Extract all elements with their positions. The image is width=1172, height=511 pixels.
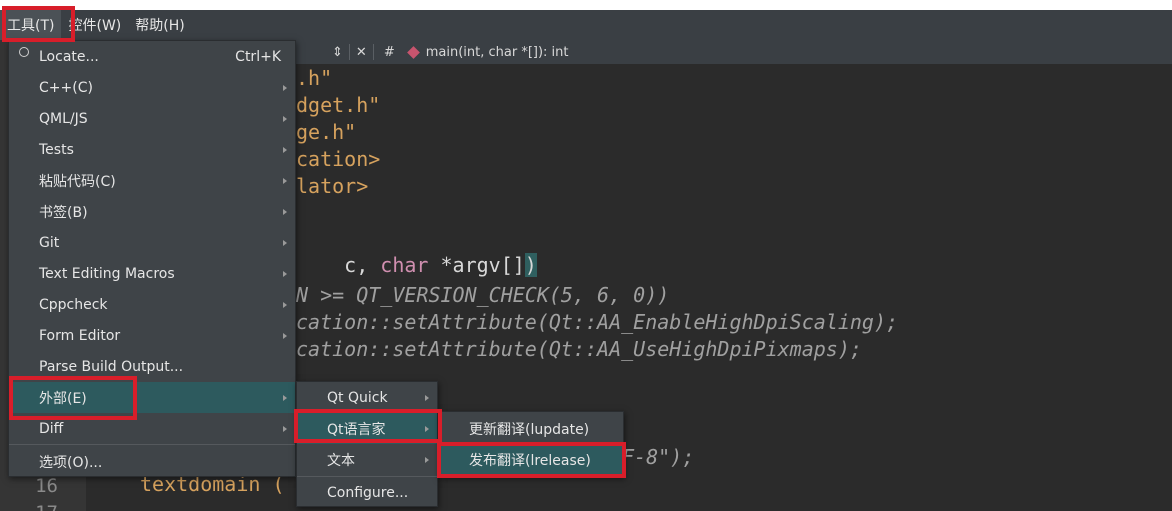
menu-item-text-editing-macros[interactable]: Text Editing Macros: [9, 258, 295, 289]
line-number: 16: [35, 475, 58, 497]
submenu-arrow-icon: [283, 239, 287, 246]
menu-item-configure[interactable]: Configure...: [297, 477, 437, 508]
menu-item-text[interactable]: 文本: [297, 444, 437, 475]
menu-item-qmljs[interactable]: QML/JS: [9, 103, 295, 134]
submenu-arrow-icon: [425, 425, 429, 432]
code-line: ge.h": [296, 120, 357, 144]
menu-item-qt-linguist[interactable]: Qt语言家: [297, 413, 437, 444]
code-line: .h": [296, 66, 333, 90]
menu-item-form-editor[interactable]: Form Editor: [9, 320, 295, 351]
menu-item-qt-quick[interactable]: Qt Quick: [297, 382, 437, 413]
submenu-arrow-icon: [283, 425, 287, 432]
menu-item-options[interactable]: 选项(O)...: [9, 446, 295, 477]
submenu-arrow-icon: [283, 208, 287, 215]
menu-separator: [9, 444, 295, 445]
editor-toolbar: ⇕ ✕ # main(int, char *[]): int: [296, 40, 1172, 64]
menu-widgets[interactable]: 控件(W): [61, 10, 128, 40]
menu-tools[interactable]: 工具(T): [0, 10, 62, 40]
submenu-arrow-icon: [425, 456, 429, 463]
menu-item-locate[interactable]: Locate... Ctrl+K: [9, 41, 295, 72]
menu-item-cppcheck[interactable]: Cppcheck: [9, 289, 295, 320]
submenu-arrow-icon: [283, 301, 287, 308]
code-line: cation>: [296, 147, 381, 171]
function-selector[interactable]: main(int, char *[]): int: [401, 45, 575, 60]
menu-item-lrelease[interactable]: 发布翻译(lrelease): [439, 444, 623, 475]
submenu-arrow-icon: [283, 270, 287, 277]
function-diamond-icon: [406, 45, 420, 59]
menu-item-bookmarks[interactable]: 书签(B): [9, 196, 295, 227]
linguist-submenu: 更新翻译(lupdate) 发布翻译(lrelease): [438, 411, 624, 477]
submenu-arrow-icon: [425, 394, 429, 401]
submenu-arrow-icon: [283, 332, 287, 339]
menu-item-codepaster[interactable]: 粘贴代码(C): [9, 165, 295, 196]
tools-menu: Locate... Ctrl+K C++(C) QML/JS Tests 粘贴代…: [8, 40, 296, 477]
submenu-arrow-icon: [283, 177, 287, 184]
code-line: cation::setAttribute(Qt::AA_EnableHighDp…: [296, 310, 899, 334]
function-signature: main(int, char *[]): int: [425, 44, 569, 60]
menu-item-cpp[interactable]: C++(C): [9, 72, 295, 103]
menu-item-lupdate[interactable]: 更新翻译(lupdate): [439, 413, 623, 444]
external-submenu: Qt Quick Qt语言家 文本 Configure...: [296, 381, 438, 507]
menu-item-git[interactable]: Git: [9, 227, 295, 258]
submenu-arrow-icon: [283, 115, 287, 122]
submenu-arrow-icon: [283, 146, 287, 153]
menu-help[interactable]: 帮助(H): [128, 10, 191, 40]
code-line: N >= QT_VERSION_CHECK(5, 6, 0)): [296, 283, 670, 307]
submenu-arrow-icon: [283, 84, 287, 91]
line-number: 17: [0, 502, 58, 511]
menu-item-external[interactable]: 外部(E): [9, 382, 295, 413]
submenu-arrow-icon: [283, 394, 287, 401]
search-icon: [19, 47, 29, 57]
code-line: F-8");: [622, 445, 695, 469]
close-icon[interactable]: ✕: [350, 45, 373, 60]
code-line: cation::setAttribute(Qt::AA_UseHighDpiPi…: [296, 337, 862, 361]
menu-item-parse-build-output[interactable]: Parse Build Output...: [9, 351, 295, 382]
code-line: lator>: [296, 174, 369, 198]
menu-item-tests[interactable]: Tests: [9, 134, 295, 165]
navigation-arrows-icon[interactable]: ⇕: [326, 45, 349, 60]
hash-icon[interactable]: #: [374, 45, 401, 60]
menubar: 工具(T) 控件(W) 帮助(H): [0, 10, 1172, 40]
code-line: dget.h": [296, 93, 381, 117]
menu-item-diff[interactable]: Diff: [9, 413, 295, 444]
